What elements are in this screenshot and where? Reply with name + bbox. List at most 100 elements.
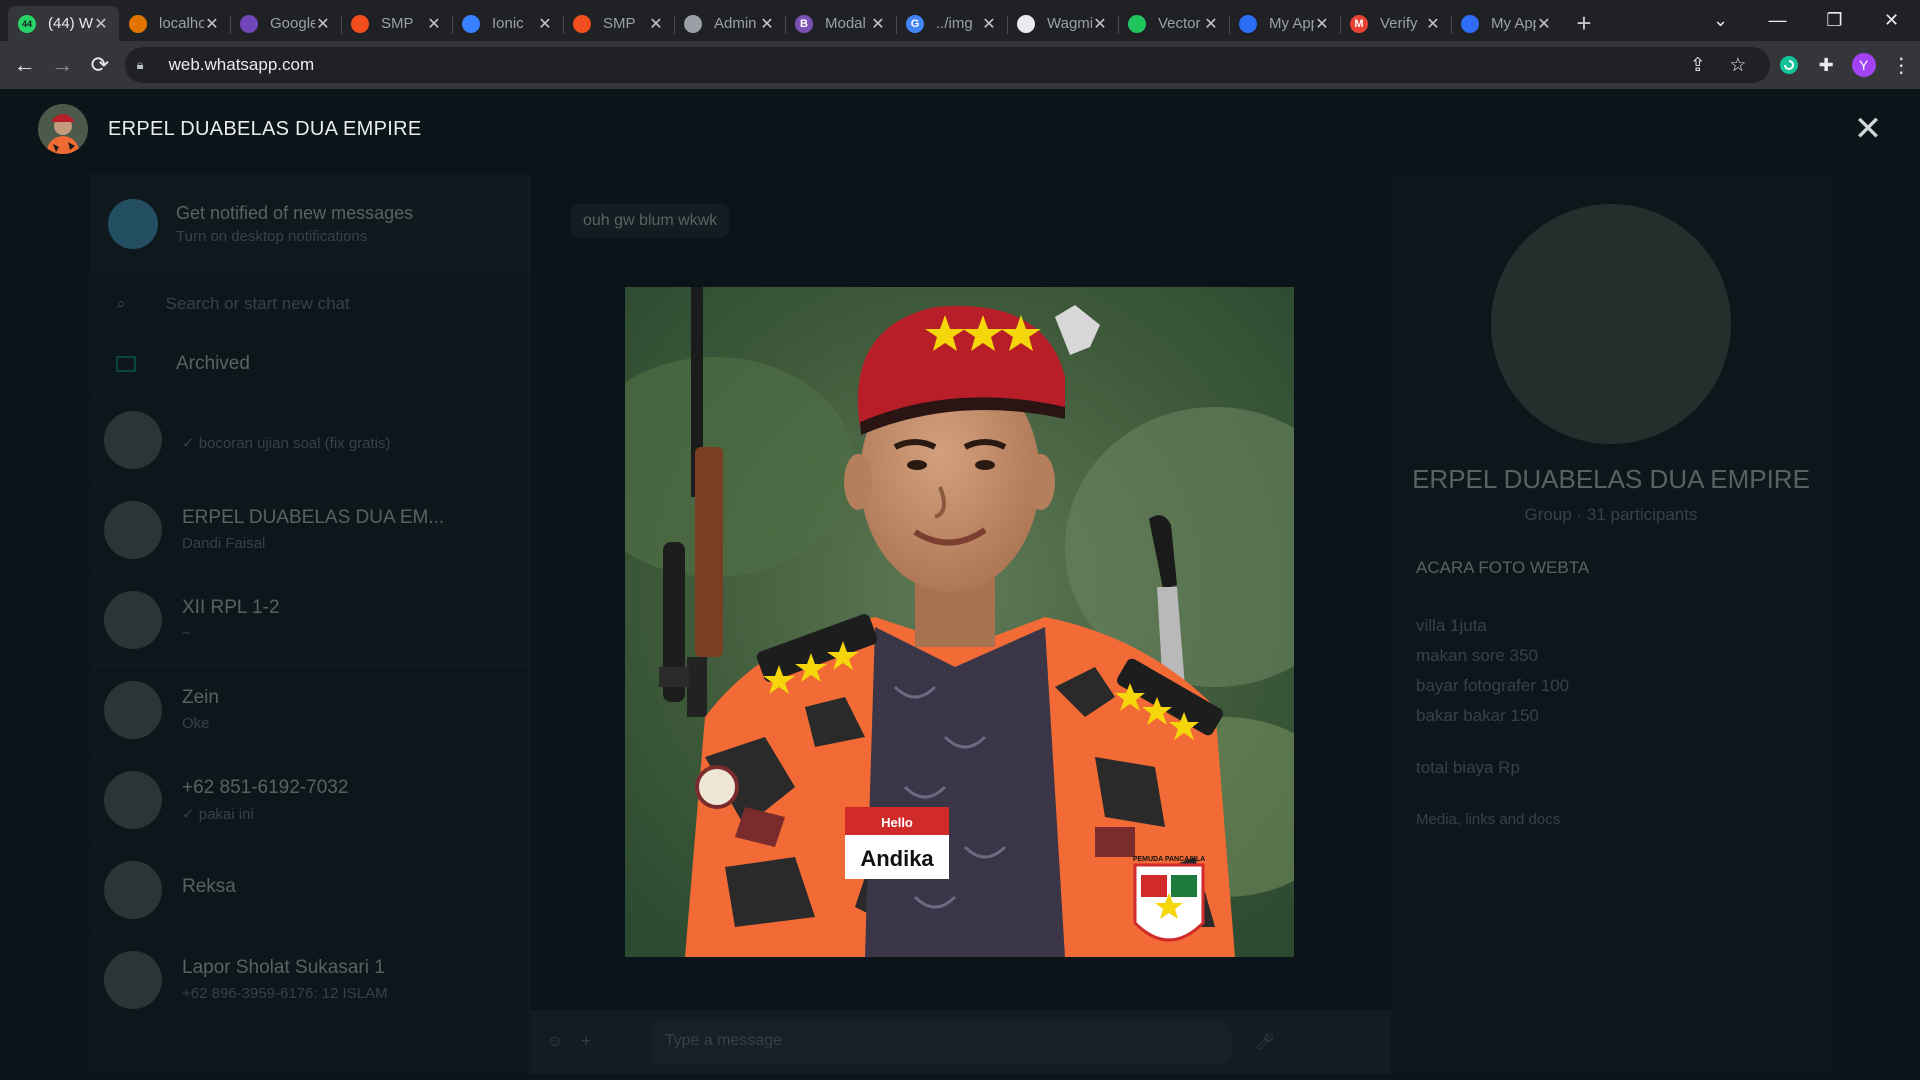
description-line: bakar bakar 150 — [1416, 706, 1539, 725]
tab-close-icon[interactable]: ✕ — [648, 14, 664, 34]
chat-name: ERPEL DUABELAS DUA EM... — [182, 507, 445, 528]
tab-close-icon[interactable]: ✕ — [1536, 14, 1552, 34]
chat-avatar — [104, 590, 162, 649]
chat-sidebar: Get notified of new messages Turn on des… — [90, 174, 530, 1074]
lock-icon[interactable]: 🔒︎ — [137, 57, 157, 73]
browser-tab[interactable]: localhost✕ — [119, 6, 230, 41]
browser-tab[interactable]: G ../img ✕ — [896, 6, 1007, 41]
chat-preview: Dandi Faisal — [182, 535, 266, 552]
new-tab-button[interactable]: + — [1566, 6, 1602, 41]
tab-close-icon[interactable]: ✕ — [204, 14, 220, 34]
chat-list: ✓ bocoran ujian soal (fix gratis) ERPEL D… — [90, 394, 529, 1024]
chat-avatar — [104, 680, 162, 739]
tab-title: My App — [1269, 15, 1314, 32]
bookmark-star-icon[interactable]: ☆ — [1718, 54, 1758, 77]
browser-tab[interactable]: Ionic ✕ — [452, 6, 563, 41]
profile-button[interactable]: Y — [1845, 45, 1883, 85]
close-icon[interactable]: ✕ — [1848, 109, 1888, 149]
tab-close-icon[interactable]: ✕ — [315, 14, 331, 34]
attach-icon: + — [581, 1033, 591, 1050]
chat-preview: +62 896-3959-6176: 12 ISLAM — [182, 985, 388, 1002]
message-bubble: ouh gw blum wkwk — [571, 204, 730, 238]
back-button[interactable]: ← — [6, 45, 44, 85]
tab-close-icon[interactable]: ✕ — [1314, 14, 1330, 34]
search-icon: ⌕ — [116, 294, 126, 313]
tab-title: Google Forms — [270, 15, 315, 32]
viewer-group-name: ERPEL DUABELAS DUA EMPIRE — [108, 117, 422, 140]
chat-list-item: Lapor Sholat Sukasari 1 +62 896-3959-6176… — [90, 934, 529, 1024]
chat-avatar — [104, 770, 162, 829]
whatsapp-icon: 44 — [18, 14, 36, 33]
description-line: bayar fotografer 100 — [1416, 676, 1570, 695]
tab-close-icon[interactable]: ✕ — [1092, 14, 1108, 34]
browser-tab[interactable]: My App✕ — [1229, 6, 1340, 41]
browser-tab[interactable]: Admin ✕ — [674, 6, 785, 41]
chat-avatar — [104, 500, 162, 559]
chat-avatar — [104, 950, 162, 1009]
reload-button[interactable]: ⟳ — [81, 45, 119, 85]
group-info-name: ERPEL DUABELAS DUA EMPIRE — [1412, 464, 1810, 494]
browser-tab[interactable]: SMP ✕ — [563, 6, 674, 41]
viewed-photo[interactable]: Hello Andika PEMUDA PANCASILA — [625, 287, 1294, 957]
browser-tab[interactable]: M Verify ✕ — [1340, 6, 1451, 41]
google-icon: G — [906, 14, 924, 33]
chat-list-item: +62 851-6192-7032 ✓ pakai ini — [90, 754, 529, 844]
photo-illustration: Hello Andika PEMUDA PANCASILA — [625, 287, 1294, 957]
description-line: makan sore 350 — [1416, 646, 1538, 665]
group-avatar[interactable] — [38, 104, 88, 154]
archived-label: Archived — [176, 353, 250, 374]
browser-tab[interactable]: Vector ✕ — [1118, 6, 1229, 41]
search-placeholder: Search or start new chat — [165, 294, 350, 313]
browser-tab[interactable]: 44 (44) WhatsApp✕ — [8, 6, 119, 41]
forward-button[interactable]: → — [44, 45, 82, 85]
chat-list-item: ✓ bocoran ujian soal (fix gratis) — [90, 394, 529, 484]
browser-tab[interactable]: My App✕ — [1451, 6, 1562, 41]
browser-tab[interactable]: Google Forms✕ — [230, 6, 341, 41]
share-icon[interactable]: ⇪ — [1678, 54, 1718, 77]
vector-icon — [1128, 14, 1146, 33]
browser-tab[interactable]: SMP ✕ — [341, 6, 452, 41]
address-bar[interactable]: 🔒︎ web.whatsapp.com ⇪ ☆ — [124, 47, 1770, 83]
tab-title: (44) WhatsApp — [48, 15, 93, 32]
tab-close-icon[interactable]: ✕ — [759, 14, 775, 34]
svg-text:PEMUDA PANCASILA: PEMUDA PANCASILA — [1133, 856, 1205, 863]
tab-close-icon[interactable]: ✕ — [870, 14, 886, 34]
tab-title: SMP — [603, 15, 636, 32]
tab-close-icon[interactable]: ✕ — [981, 14, 997, 34]
extensions-puzzle-icon[interactable]: ✚ — [1807, 45, 1845, 85]
chat-avatar — [104, 410, 162, 469]
tab-list: 44(44) WhatsApp✕localhost✕Google Forms✕S… — [8, 6, 1562, 41]
close-window-button[interactable]: ✕ — [1863, 10, 1920, 31]
restore-button[interactable]: ❐ — [1806, 10, 1863, 31]
group-info-pane: ERPEL DUABELAS DUA EMPIRE Group · 31 par… — [1392, 174, 1830, 1074]
description-total: total biaya Rp — [1416, 758, 1520, 777]
chat-name: +62 851-6192-7032 — [182, 776, 349, 798]
tab-search-icon[interactable]: ⌄ — [1692, 10, 1749, 31]
tab-title: SMP — [381, 15, 414, 32]
grammarly-extension-icon[interactable] — [1770, 45, 1808, 85]
tab-close-icon[interactable]: ✕ — [537, 14, 553, 34]
message-composer: ☺ + Type a message 🎤︎ — [531, 1010, 1391, 1074]
tab-close-icon[interactable]: ✕ — [426, 14, 442, 34]
tab-close-icon[interactable]: ✕ — [93, 14, 109, 34]
chat-avatar — [104, 860, 162, 919]
tab-title: Modal — [825, 15, 866, 32]
chat-list-item: Zein Oke — [90, 664, 529, 754]
figma-icon — [573, 14, 591, 33]
chat-list-item: ERPEL DUABELAS DUA EM... Dandi Faisal — [90, 484, 529, 574]
github-icon — [1017, 14, 1035, 33]
tab-title: Admin — [714, 15, 757, 32]
group-avatar-large — [1491, 204, 1731, 444]
description-line: villa 1juta — [1416, 616, 1487, 635]
tab-close-icon[interactable]: ✕ — [1425, 14, 1441, 34]
tab-title: Wagmi — [1047, 15, 1092, 32]
browser-tab[interactable]: Wagmi ✕ — [1007, 6, 1118, 41]
minimize-button[interactable]: — — [1749, 10, 1806, 31]
svg-text:Hello: Hello — [881, 815, 913, 830]
browser-tab[interactable]: B Modal ✕ — [785, 6, 896, 41]
tab-title: Vector — [1158, 15, 1201, 32]
url-text[interactable]: web.whatsapp.com — [169, 55, 1678, 75]
mic-icon: 🎤︎ — [1254, 1034, 1275, 1051]
menu-kebab-icon[interactable]: ⋮ — [1882, 45, 1920, 85]
tab-close-icon[interactable]: ✕ — [1203, 14, 1219, 34]
